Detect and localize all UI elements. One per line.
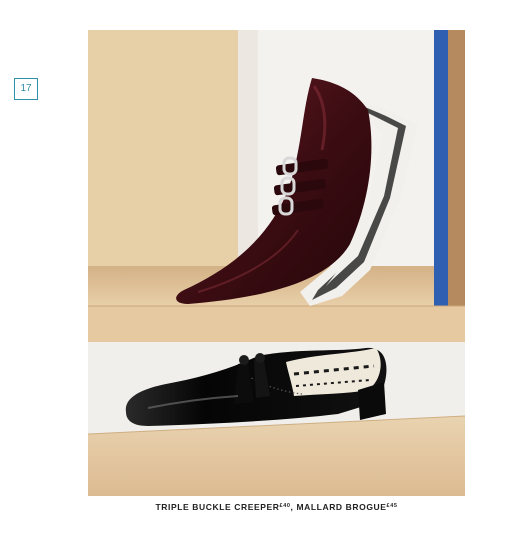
product-caption: TRIPLE BUCKLE CREEPER£40, MALLARD BROGUE… — [88, 502, 465, 512]
caption-item-name: MALLARD BROGUE — [296, 502, 387, 512]
caption-item-price: £45 — [386, 503, 398, 509]
page-number-badge: 17 — [14, 78, 38, 100]
caption-item-name: TRIPLE BUCKLE CREEPER — [155, 502, 280, 512]
product-photo — [88, 30, 465, 496]
caption-item-price: £40 — [279, 503, 291, 509]
